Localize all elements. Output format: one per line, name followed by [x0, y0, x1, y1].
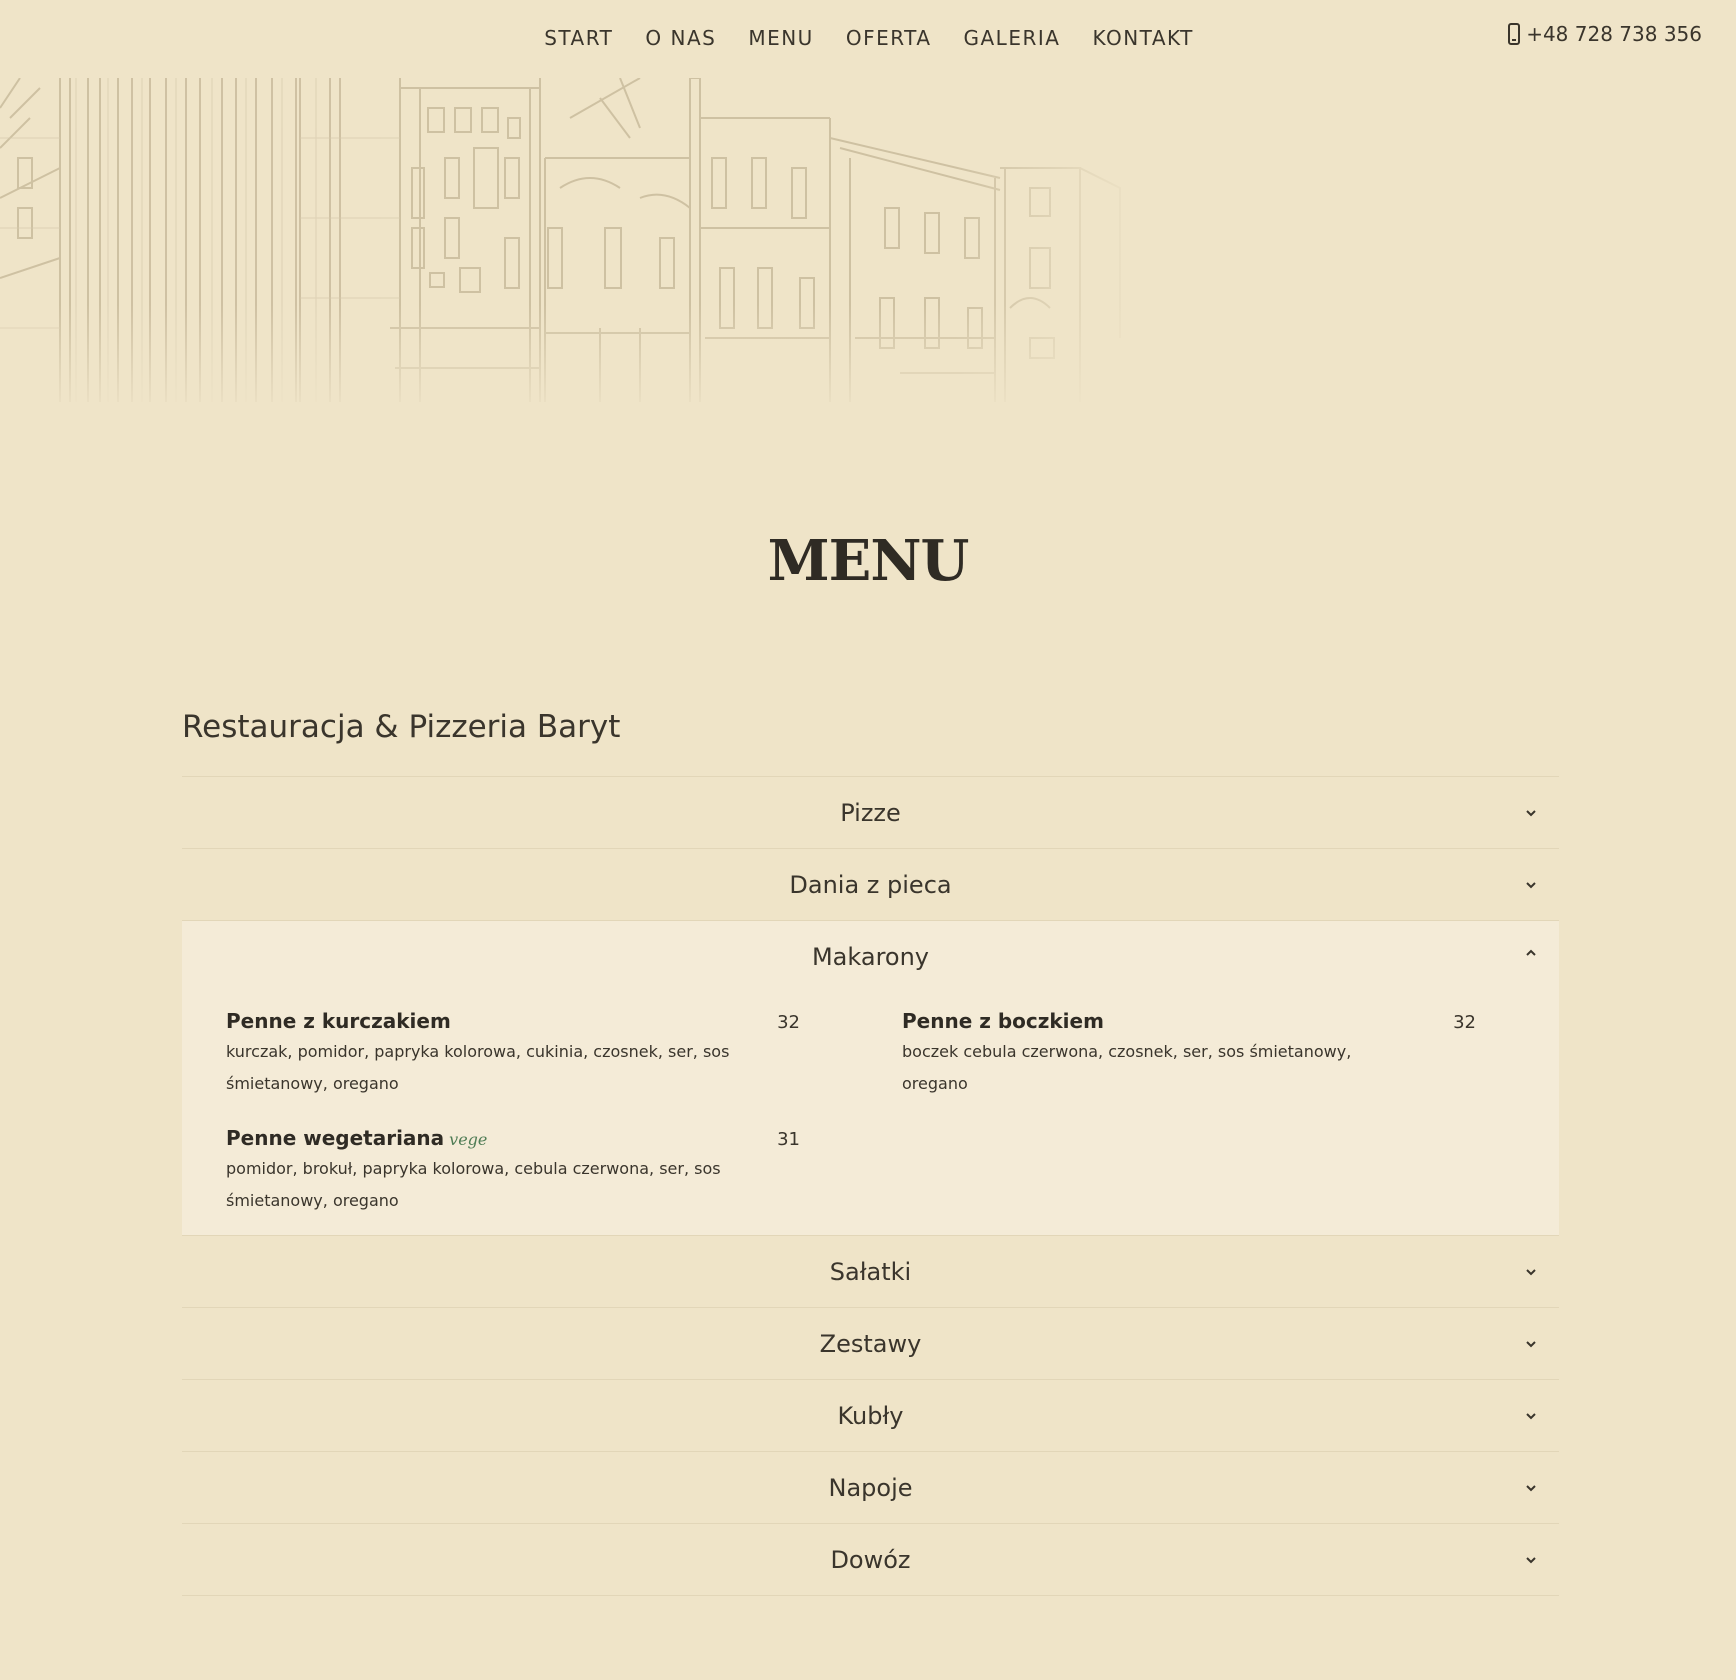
dish-description: pomidor, brokuł, papryka kolorowa, cebul… — [226, 1159, 721, 1210]
category-dania-z-pieca: Dania z pieca — [182, 849, 1559, 921]
menu-section: Restauracja & Pizzeria Baryt Pizze Dania… — [182, 700, 1559, 1596]
top-bar: START O NAS MENU OFERTA GALERIA KONTAKT … — [0, 0, 1736, 78]
dish-description: boczek cebula czerwona, czosnek, ser, so… — [902, 1042, 1352, 1093]
category-label: Napoje — [828, 1473, 913, 1502]
nav-item-o-nas[interactable]: O NAS — [629, 26, 732, 50]
category-header[interactable]: Dania z pieca — [182, 849, 1559, 920]
chevron-down-icon — [1526, 1268, 1536, 1275]
category-zestawy: Zestawy — [182, 1308, 1559, 1380]
chevron-down-icon — [1526, 881, 1536, 888]
category-dowoz: Dowóz — [182, 1524, 1559, 1596]
chevron-down-icon — [1526, 1556, 1536, 1563]
dish-item: Penne z boczkiem 32 boczek cebula czerwo… — [902, 1009, 1476, 1100]
dish-price: 32 — [1453, 1012, 1476, 1033]
restaurant-name: Restauracja & Pizzeria Baryt — [182, 709, 621, 745]
nav-item-menu[interactable]: MENU — [732, 26, 830, 50]
dish-item: Penne z kurczakiem 32 kurczak, pomidor, … — [226, 1009, 800, 1100]
category-header[interactable]: Makarony — [182, 921, 1559, 993]
category-header[interactable]: Kubły — [182, 1380, 1559, 1451]
phone-number: +48 728 738 356 — [1526, 22, 1702, 46]
menu-accordion: Pizze Dania z pieca Makarony Penne z kur… — [182, 776, 1559, 1596]
category-napoje: Napoje — [182, 1452, 1559, 1524]
category-label: Sałatki — [829, 1257, 912, 1286]
category-header[interactable]: Pizze — [182, 777, 1559, 848]
category-header[interactable]: Napoje — [182, 1452, 1559, 1523]
chevron-down-icon — [1526, 1412, 1536, 1419]
category-makarony: Makarony Penne z kurczakiem 32 kurczak, … — [182, 921, 1559, 1235]
dish-name: Penne z kurczakiem — [226, 1009, 451, 1033]
category-dishes: Penne z kurczakiem 32 kurczak, pomidor, … — [182, 993, 1559, 1235]
category-kubly: Kubły — [182, 1380, 1559, 1452]
category-label: Makarony — [811, 943, 930, 971]
category-label: Dowóz — [830, 1545, 911, 1574]
category-label: Pizze — [840, 798, 901, 827]
nav-item-kontakt[interactable]: KONTAKT — [1076, 26, 1209, 50]
dish-name: Penne wegetariana — [226, 1126, 445, 1150]
chevron-down-icon — [1526, 1484, 1536, 1491]
category-label: Dania z pieca — [789, 870, 952, 899]
category-label: Zestawy — [819, 1329, 922, 1358]
chevron-up-icon — [1526, 949, 1536, 956]
category-salatki: Sałatki — [182, 1235, 1559, 1308]
hero-sketch-image — [0, 78, 1736, 402]
nav-item-start[interactable]: START — [528, 26, 629, 50]
main-nav: START O NAS MENU OFERTA GALERIA KONTAKT — [0, 26, 1736, 50]
dish-price: 32 — [777, 1012, 800, 1033]
category-header[interactable]: Sałatki — [182, 1236, 1559, 1307]
category-pizze: Pizze — [182, 777, 1559, 849]
category-header[interactable]: Zestawy — [182, 1308, 1559, 1379]
old-town-buildings-sketch — [0, 78, 1736, 402]
nav-item-oferta[interactable]: OFERTA — [830, 26, 948, 50]
dish-item: Penne wegetariana vege 31 pomidor, brokuł… — [226, 1126, 800, 1217]
mobile-phone-icon — [1508, 23, 1521, 45]
page-title: MENU — [767, 528, 970, 594]
category-header[interactable]: Dowóz — [182, 1524, 1559, 1595]
chevron-down-icon — [1526, 809, 1536, 816]
nav-item-galeria[interactable]: GALERIA — [948, 26, 1077, 50]
dish-name: Penne z boczkiem — [902, 1009, 1104, 1033]
category-label: Kubły — [837, 1401, 904, 1430]
dish-price: 31 — [777, 1129, 800, 1150]
vege-tag: vege — [449, 1130, 488, 1149]
phone-link[interactable]: +48 728 738 356 — [1508, 22, 1702, 46]
dish-description: kurczak, pomidor, papryka kolorowa, cuki… — [226, 1042, 730, 1093]
chevron-down-icon — [1526, 1340, 1536, 1347]
